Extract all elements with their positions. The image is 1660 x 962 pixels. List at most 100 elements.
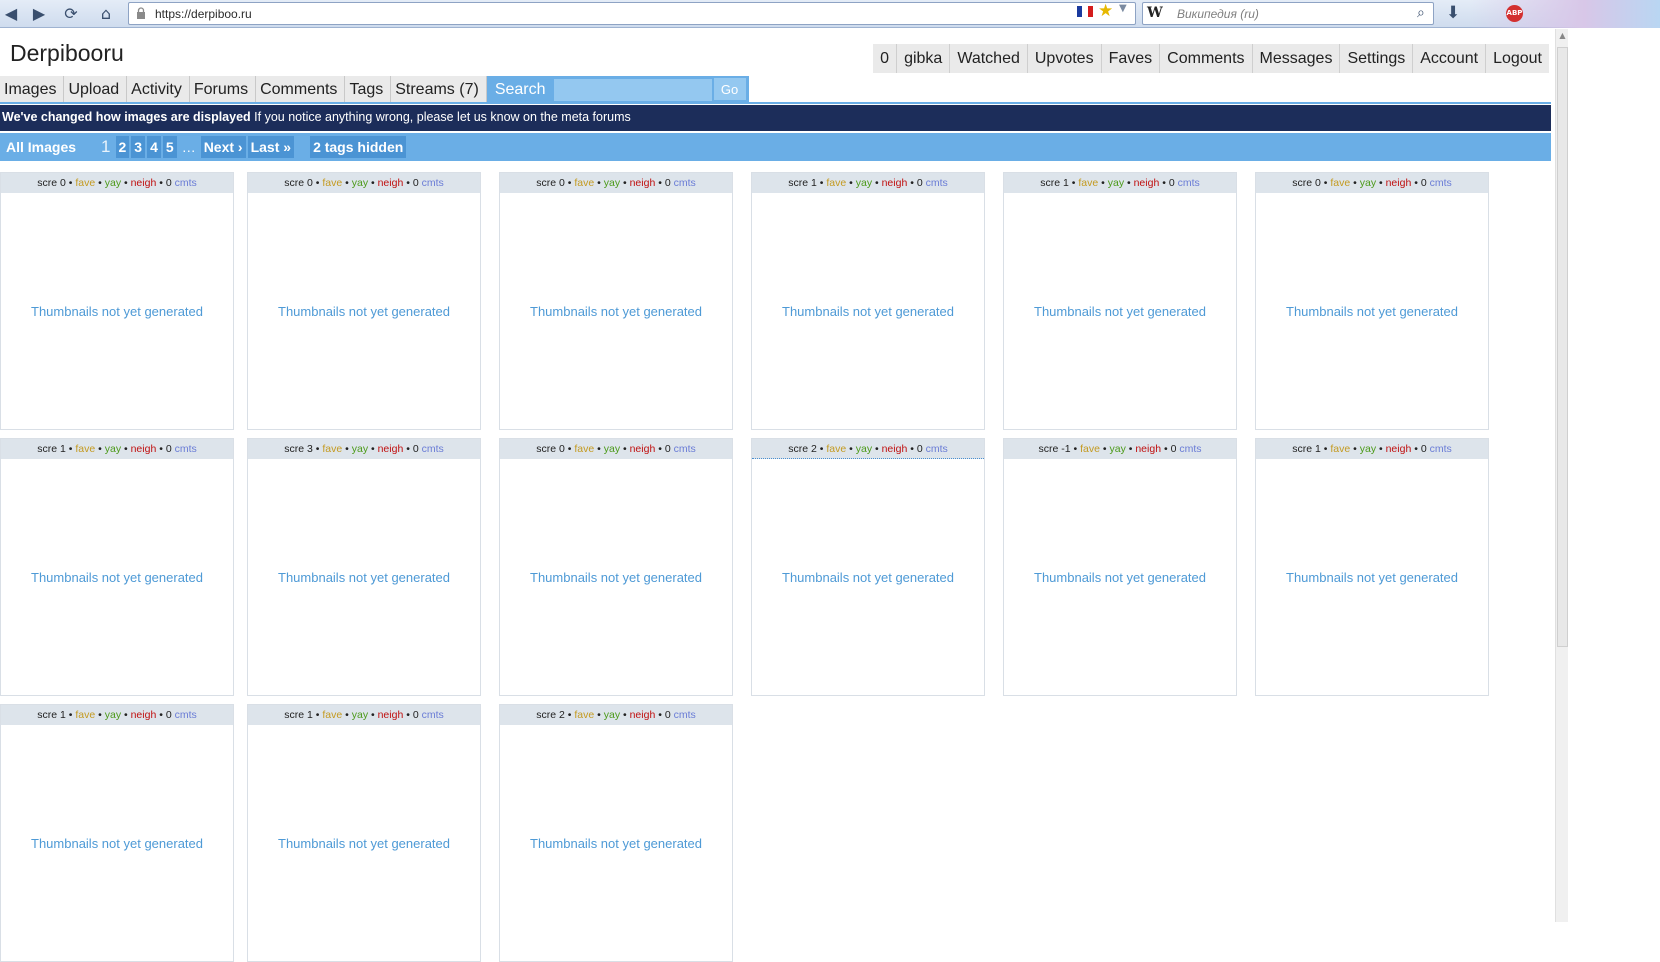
- reload-icon[interactable]: ⟳: [60, 3, 82, 25]
- thumbnail-placeholder[interactable]: Thumbnails not yet generated: [1, 459, 233, 695]
- site-logo[interactable]: Derpibooru: [10, 40, 124, 67]
- downvote-link[interactable]: neigh: [1135, 443, 1161, 455]
- thumbnail-placeholder[interactable]: Thumbnails not yet generated: [248, 193, 480, 429]
- upvote-link[interactable]: yay: [352, 709, 368, 721]
- image-box[interactable]: scre 0 • fave • yay • neigh • 0 cmts Thum…: [0, 172, 234, 430]
- upvote-link[interactable]: yay: [856, 177, 872, 189]
- upvote-link[interactable]: yay: [105, 443, 121, 455]
- fave-link[interactable]: fave: [574, 709, 594, 721]
- image-box[interactable]: scre 0 • fave • yay • neigh • 0 cmts Thum…: [499, 438, 733, 696]
- home-icon[interactable]: ⌂: [95, 3, 117, 25]
- fave-link[interactable]: fave: [826, 177, 846, 189]
- comments-link[interactable]: cmts: [175, 177, 197, 189]
- downvote-link[interactable]: neigh: [378, 177, 404, 189]
- dropdown-arrow-icon[interactable]: ▼: [1119, 3, 1127, 14]
- thumbnail-placeholder[interactable]: Thumbnails not yet generated: [1004, 459, 1236, 695]
- page-link-2[interactable]: 2: [115, 136, 130, 158]
- nav-upload[interactable]: Upload: [64, 76, 128, 102]
- fave-link[interactable]: fave: [322, 177, 342, 189]
- fave-link[interactable]: fave: [574, 177, 594, 189]
- fave-link[interactable]: fave: [826, 443, 846, 455]
- fave-link[interactable]: fave: [322, 443, 342, 455]
- upvote-link[interactable]: yay: [1360, 177, 1376, 189]
- go-button[interactable]: Go: [713, 78, 746, 100]
- downvote-link[interactable]: neigh: [1386, 443, 1412, 455]
- fave-link[interactable]: fave: [1080, 443, 1100, 455]
- user-profile-link[interactable]: gibka: [896, 44, 950, 73]
- notice-text[interactable]: If you notice anything wrong, please let…: [251, 110, 631, 124]
- thumbnail-placeholder[interactable]: Thumbnails not yet generated: [500, 725, 732, 961]
- settings-link[interactable]: Settings: [1339, 44, 1413, 73]
- hidden-tags-link[interactable]: 2 tags hidden: [310, 136, 407, 158]
- messages-link[interactable]: Messages: [1251, 44, 1340, 73]
- page-scrollbar[interactable]: ▲: [1555, 29, 1568, 922]
- upvote-link[interactable]: yay: [1360, 443, 1376, 455]
- downvote-link[interactable]: neigh: [630, 709, 656, 721]
- comments-link[interactable]: cmts: [674, 709, 696, 721]
- next-page-link[interactable]: Next ›: [200, 136, 246, 158]
- upvote-link[interactable]: yay: [604, 709, 620, 721]
- logout-link[interactable]: Logout: [1485, 44, 1549, 73]
- magnifier-icon[interactable]: ⌕: [1417, 5, 1425, 21]
- notification-count[interactable]: 0: [873, 44, 897, 73]
- image-box[interactable]: scre 2 • fave • yay • neigh • 0 cmts Thum…: [499, 704, 733, 962]
- downvote-link[interactable]: neigh: [131, 443, 157, 455]
- image-box[interactable]: scre 1 • fave • yay • neigh • 0 cmts Thum…: [247, 704, 481, 962]
- downvote-link[interactable]: neigh: [882, 177, 908, 189]
- image-box[interactable]: scre 1 • fave • yay • neigh • 0 cmts Thum…: [0, 704, 234, 962]
- comments-link[interactable]: cmts: [1430, 177, 1452, 189]
- adblock-icon[interactable]: ABP: [1506, 5, 1523, 22]
- upvote-link[interactable]: yay: [1108, 177, 1124, 189]
- page-link-4[interactable]: 4: [147, 136, 161, 158]
- thumbnail-placeholder[interactable]: Thumbnails not yet generated: [248, 725, 480, 961]
- upvote-link[interactable]: yay: [105, 177, 121, 189]
- scroll-thumb[interactable]: [1557, 47, 1568, 647]
- fave-link[interactable]: fave: [1330, 177, 1350, 189]
- thumbnail-placeholder[interactable]: Thumbnails not yet generated: [1256, 193, 1488, 429]
- image-box[interactable]: scre 1 • fave • yay • neigh • 0 cmts Thum…: [751, 172, 985, 430]
- downvote-link[interactable]: neigh: [378, 443, 404, 455]
- thumbnail-placeholder[interactable]: Thumbnails not yet generated: [752, 193, 984, 429]
- image-box[interactable]: scre 0 • fave • yay • neigh • 0 cmts Thum…: [247, 172, 481, 430]
- forward-icon[interactable]: ▶: [28, 3, 50, 25]
- watched-link[interactable]: Watched: [949, 44, 1027, 73]
- thumbnail-placeholder[interactable]: Thumbnails not yet generated: [500, 193, 732, 429]
- nav-images[interactable]: Images: [0, 76, 65, 102]
- downvote-link[interactable]: neigh: [378, 709, 404, 721]
- comments-link[interactable]: cmts: [175, 709, 197, 721]
- upvotes-link[interactable]: Upvotes: [1026, 44, 1101, 73]
- search-input[interactable]: [553, 78, 712, 101]
- bookmark-star-icon[interactable]: ★: [1098, 1, 1113, 21]
- nav-forums[interactable]: Forums: [189, 76, 257, 102]
- thumbnail-placeholder[interactable]: Thumbnails not yet generated: [752, 459, 984, 695]
- fave-link[interactable]: fave: [322, 709, 342, 721]
- nav-comments[interactable]: Comments: [256, 76, 346, 102]
- address-bar[interactable]: https://derpiboo.ru: [128, 2, 1136, 25]
- back-icon[interactable]: ◀: [0, 3, 22, 25]
- image-box[interactable]: scre -1 • fave • yay • neigh • 0 cmts Thu…: [1003, 438, 1237, 696]
- fave-link[interactable]: fave: [1078, 177, 1098, 189]
- thumbnail-placeholder[interactable]: Thumbnails not yet generated: [1004, 193, 1236, 429]
- upvote-link[interactable]: yay: [352, 177, 368, 189]
- image-box[interactable]: scre 0 • fave • yay • neigh • 0 cmts Thum…: [1255, 172, 1489, 430]
- downvote-link[interactable]: neigh: [1386, 177, 1412, 189]
- comments-link[interactable]: cmts: [175, 443, 197, 455]
- wikipedia-icon[interactable]: W: [1147, 5, 1163, 21]
- comments-link[interactable]: cmts: [926, 443, 948, 455]
- downvote-link[interactable]: neigh: [882, 443, 908, 455]
- download-icon[interactable]: ⬇: [1446, 3, 1460, 23]
- image-box[interactable]: scre 1 • fave • yay • neigh • 0 cmts Thum…: [0, 438, 234, 696]
- downvote-link[interactable]: neigh: [131, 177, 157, 189]
- upvote-link[interactable]: yay: [856, 443, 872, 455]
- comments-link[interactable]: cmts: [674, 177, 696, 189]
- thumbnail-placeholder[interactable]: Thumbnails not yet generated: [500, 459, 732, 695]
- scroll-up-icon[interactable]: ▲: [1557, 29, 1568, 43]
- downvote-link[interactable]: neigh: [630, 177, 656, 189]
- image-box[interactable]: scre 0 • fave • yay • neigh • 0 cmts Thum…: [499, 172, 733, 430]
- image-box[interactable]: scre 1 • fave • yay • neigh • 0 cmts Thum…: [1003, 172, 1237, 430]
- comments-link[interactable]: Comments: [1159, 44, 1252, 73]
- image-box[interactable]: scre 2 • fave • yay • neigh • 0 cmts Thum…: [751, 438, 985, 696]
- upvote-link[interactable]: yay: [604, 443, 620, 455]
- fave-link[interactable]: fave: [75, 177, 95, 189]
- image-box[interactable]: scre 3 • fave • yay • neigh • 0 cmts Thum…: [247, 438, 481, 696]
